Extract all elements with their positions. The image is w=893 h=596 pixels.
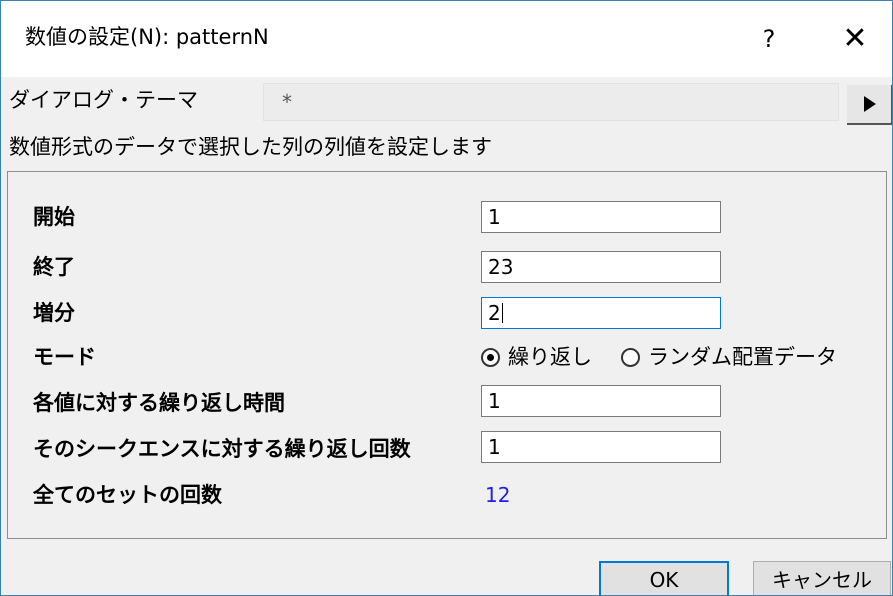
repeat-sequence-input[interactable]: 1 <box>481 431 721 463</box>
dialog-description: 数値形式のデータで選択した列の列値を設定します <box>9 135 492 159</box>
end-label: 終了 <box>33 255 75 279</box>
radio-circle-icon <box>621 348 640 367</box>
dialog-theme-label: ダイアログ・テーマ <box>9 88 198 112</box>
theme-menu-button[interactable] <box>847 85 892 125</box>
dialog-theme-value: * <box>282 90 292 114</box>
increment-value: 2 <box>488 301 501 325</box>
ok-button[interactable]: OK <box>599 561 729 595</box>
mode-label: モード <box>33 345 96 369</box>
increment-input[interactable]: 2 <box>481 297 721 329</box>
radio-selected-dot-icon <box>487 354 494 361</box>
close-icon: ✕ <box>842 21 868 56</box>
dialog-title: 数値の設定(N): patternN <box>25 25 269 49</box>
radio-circle-icon <box>481 348 500 367</box>
repeat-sequence-label: そのシークエンスに対する繰り返し回数 <box>33 437 411 461</box>
mode-random-label: ランダム配置データ <box>648 345 837 369</box>
dialog-theme-field[interactable]: * <box>263 83 839 121</box>
start-label: 開始 <box>33 205 75 229</box>
mode-repeat-label: 繰り返し <box>508 345 592 369</box>
start-input[interactable]: 1 <box>481 201 721 233</box>
repeat-each-input[interactable]: 1 <box>481 385 721 417</box>
total-sets-label: 全てのセットの回数 <box>33 483 222 507</box>
title-bar: 数値の設定(N): patternN ? ✕ <box>1 1 892 77</box>
set-values-dialog: 数値の設定(N): patternN ? ✕ ダイアログ・テーマ * 数値形式の… <box>0 0 893 596</box>
help-button[interactable]: ? <box>745 15 793 63</box>
cancel-button[interactable]: キャンセル <box>753 561 891 595</box>
total-sets-value: 12 <box>485 483 511 507</box>
end-input[interactable]: 23 <box>481 251 721 283</box>
text-caret <box>501 303 503 323</box>
increment-label: 増分 <box>33 301 75 325</box>
close-button[interactable]: ✕ <box>825 15 885 63</box>
play-right-icon <box>864 96 876 112</box>
repeat-each-label: 各値に対する繰り返し時間 <box>33 391 285 415</box>
